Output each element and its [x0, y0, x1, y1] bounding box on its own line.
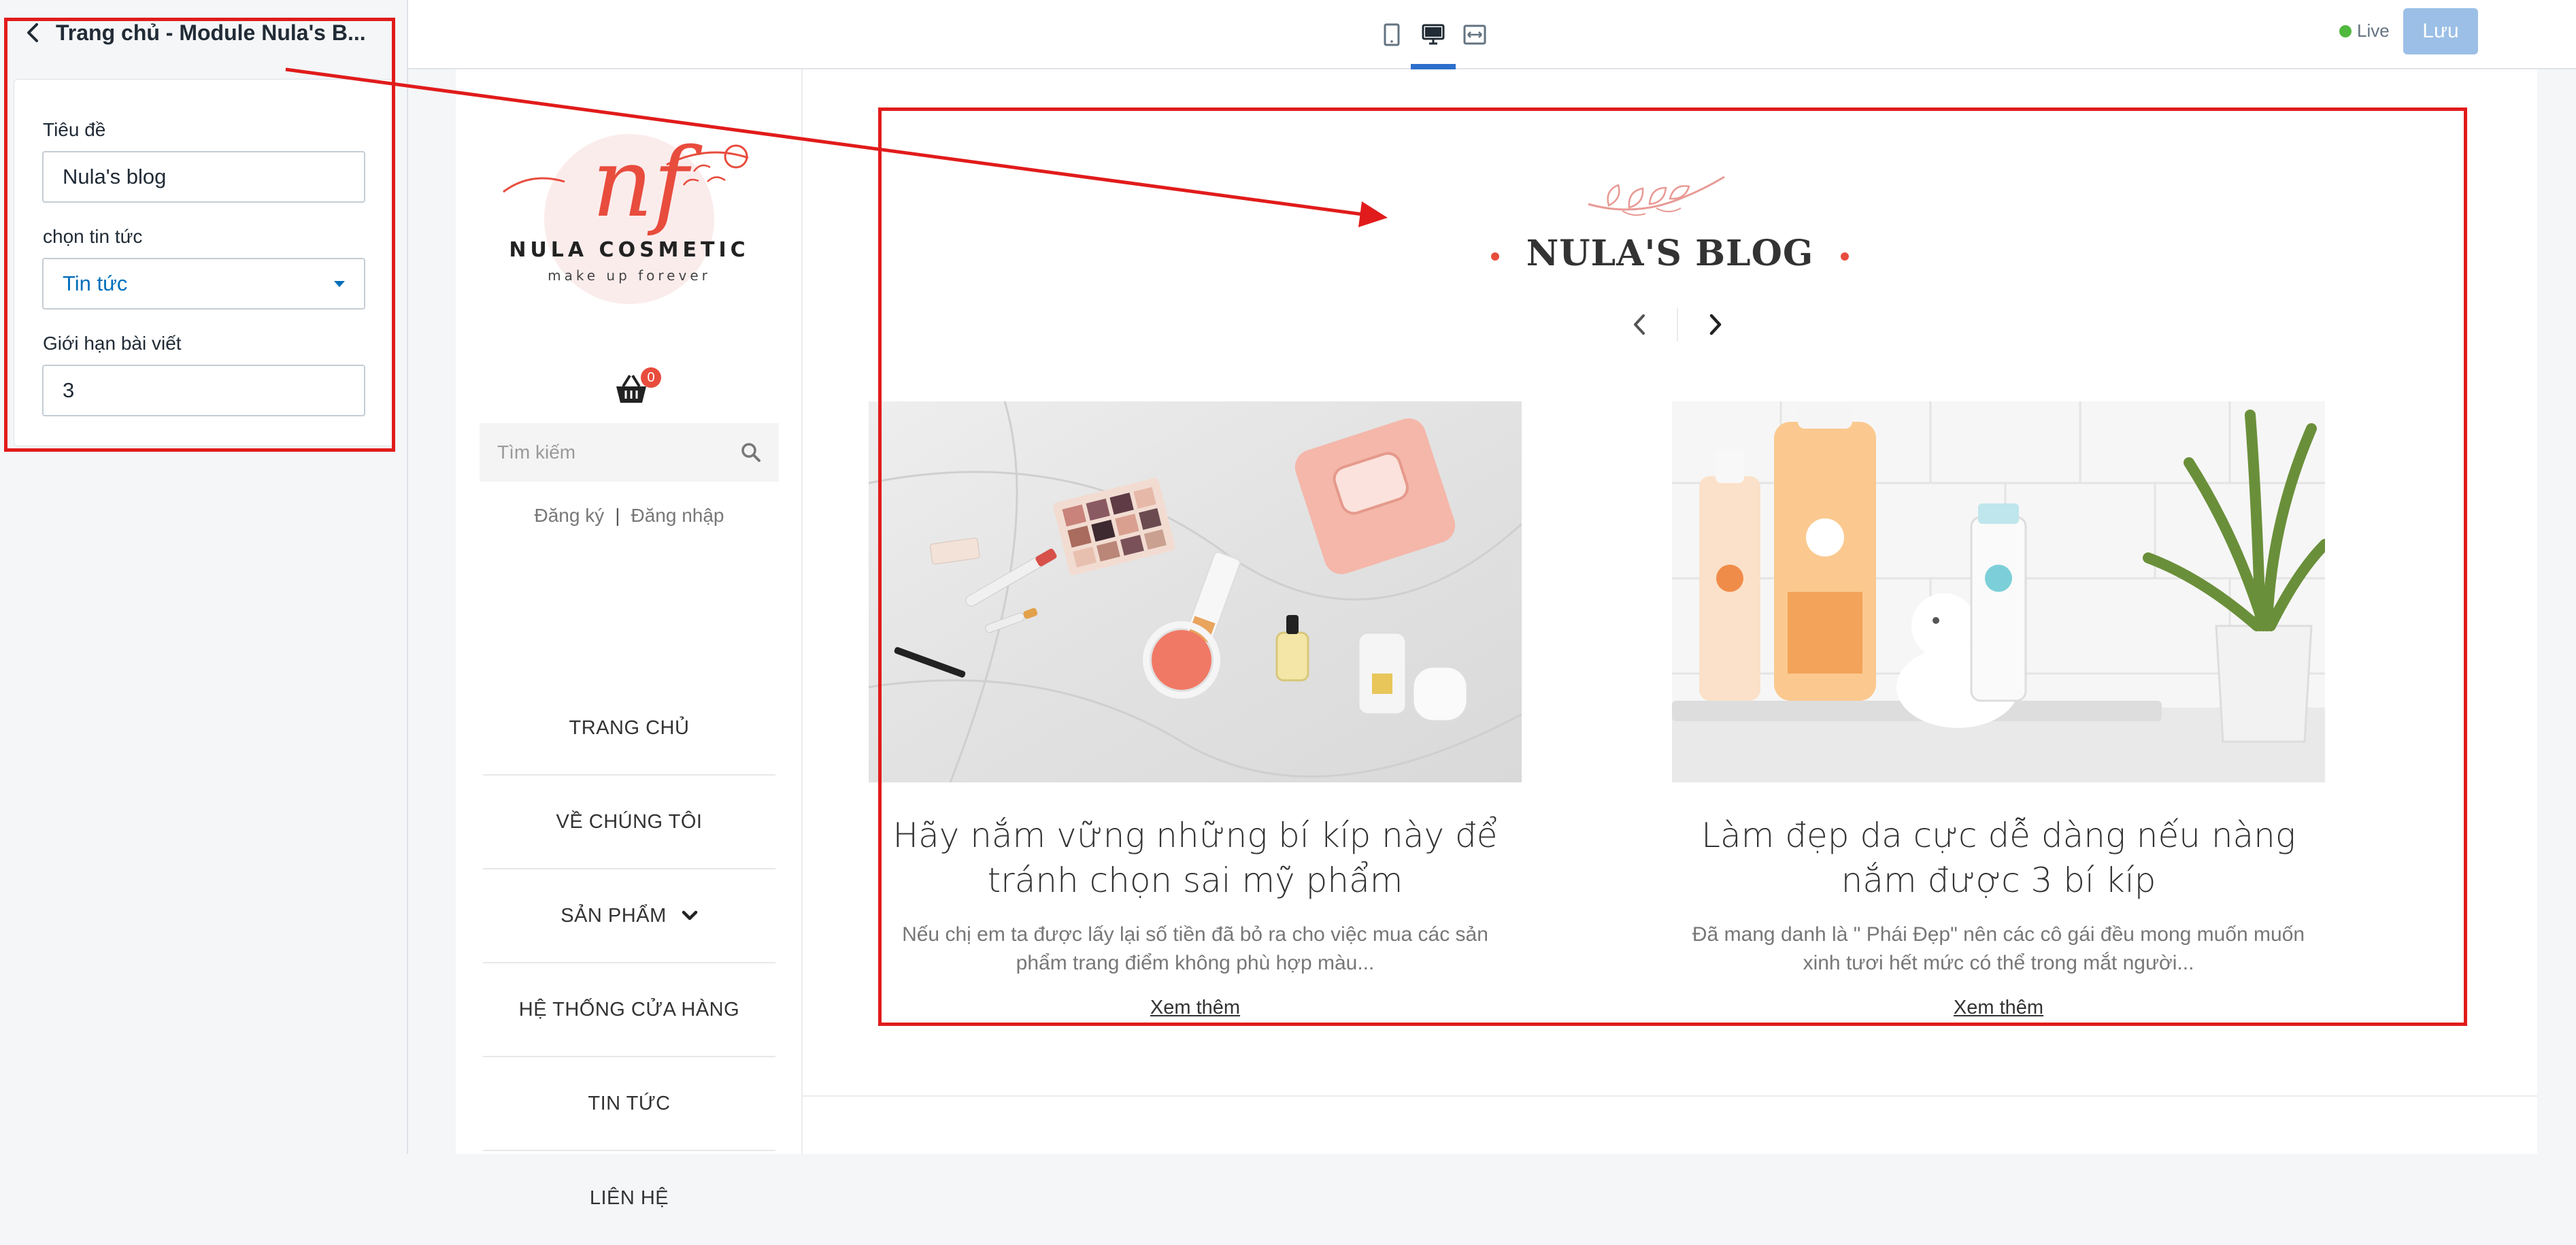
back-button[interactable] [18, 18, 48, 48]
nav-item-label: SẢN PHẨM [561, 904, 667, 927]
nav-item-label: TIN TỨC [588, 1092, 671, 1114]
site-preview: nf NULA COSMETIC make up forever 0 Tìm k… [456, 69, 2537, 1209]
logo-tagline: make up forever [548, 267, 711, 284]
logo-monogram: nf [592, 128, 703, 239]
panel-title: Trang chủ - Module Nula's B... [56, 20, 366, 45]
nav-item-contact[interactable]: LIÊN HỆ [483, 1151, 775, 1245]
fullwidth-view-button[interactable] [1456, 16, 1493, 53]
search-icon[interactable] [741, 442, 761, 463]
read-more-link[interactable]: Xem thêm [1672, 997, 2325, 1019]
limit-field-label: Giới hạn bài viết [43, 333, 182, 354]
carousel-next-button[interactable] [1695, 304, 1736, 345]
nav-item-label: VỀ CHÚNG TÔI [556, 810, 703, 833]
title-input[interactable]: Nula's blog [42, 151, 365, 203]
logo-brand-text: NULA COSMETIC [509, 238, 749, 262]
nav-item-products[interactable]: SẢN PHẨM [483, 869, 775, 963]
blog-post-card: Làm đẹp da cực dễ dàng nếu nàng nắm được… [1672, 401, 2330, 1019]
active-view-indicator [1411, 64, 1456, 69]
save-button[interactable]: Lưu [2403, 8, 2478, 54]
login-link[interactable]: Đăng nhập [631, 505, 724, 526]
blog-title: NULA'S BLOG [803, 233, 2537, 274]
preview-canvas: nf NULA COSMETIC make up forever 0 Tìm k… [408, 69, 2576, 1209]
chevron-left-icon [27, 23, 38, 42]
mobile-view-button[interactable] [1373, 16, 1410, 53]
fullwidth-icon [1463, 24, 1486, 45]
desktop-icon [1422, 24, 1445, 45]
post-title-link[interactable]: Làm đẹp da cực dễ dàng nếu nàng nắm được… [1672, 813, 2325, 903]
register-link[interactable]: Đăng ký [534, 505, 604, 526]
news-field-label: chọn tin tức [43, 226, 143, 247]
news-select[interactable]: Tin tức [42, 258, 365, 310]
post-image-skincare-bottles[interactable] [1672, 401, 2330, 782]
blog-title-text: NULA'S BLOG [1526, 233, 1814, 274]
editor-topbar: Live Lưu [408, 0, 2576, 69]
post-limit-input[interactable]: 3 [42, 365, 365, 416]
live-status-label: Live [2357, 20, 2390, 41]
blog-post-card: Hãy nắm vững những bí kíp này để tránh c… [868, 401, 1523, 1019]
site-nav: TRANG CHỦ VỀ CHÚNG TÔI SẢN PHẨM HỆ THỐNG… [483, 682, 775, 1245]
post-excerpt: Đã mang danh là " Phái Đẹp" nên các cô g… [1692, 923, 2305, 974]
chevron-left-icon [1634, 314, 1645, 335]
post-title-link[interactable]: Hãy nắm vững những bí kíp này để tránh c… [869, 813, 1522, 903]
site-sidebar: nf NULA COSMETIC make up forever 0 Tìm k… [456, 69, 803, 1209]
nav-item-label: LIÊN HỆ [589, 1186, 669, 1209]
mobile-icon [1384, 23, 1400, 46]
title-field-label: Tiêu đề [43, 119, 106, 140]
carousel-prev-button[interactable] [1619, 304, 1660, 345]
editor-panel: Trang chủ - Module Nula's B... Tiêu đề c… [0, 0, 408, 1154]
news-select-value: Tin tức [63, 271, 128, 295]
nav-item-label: TRANG CHỦ [569, 716, 690, 739]
nav-item-home[interactable]: TRANG CHỦ [483, 682, 775, 776]
cart-count-badge: 0 [641, 367, 661, 388]
post-image-cosmetics-flatlay[interactable] [868, 401, 1523, 783]
nav-item-stores[interactable]: HỆ THỐNG CỬA HÀNG [483, 963, 775, 1057]
carousel-divider [1677, 308, 1678, 342]
search-placeholder: Tìm kiếm [497, 442, 576, 463]
floral-ornament-icon [1588, 176, 1725, 216]
title-dot-left [1490, 252, 1499, 261]
panel-header: Trang chủ - Module Nula's B... [0, 0, 408, 65]
section-divider [803, 1095, 2537, 1097]
chevron-right-icon [1709, 314, 1722, 335]
site-search-input[interactable]: Tìm kiếm [480, 423, 779, 482]
nav-item-about[interactable]: VỀ CHÚNG TÔI [483, 776, 775, 869]
nula-cosmetic-logo[interactable]: nf NULA COSMETIC make up forever [490, 117, 769, 321]
title-dot-right [1841, 252, 1850, 261]
nav-item-label: HỆ THỐNG CỬA HÀNG [518, 998, 740, 1020]
live-status-dot [2339, 25, 2352, 37]
nav-item-news[interactable]: TIN TỨC [483, 1057, 775, 1151]
post-excerpt: Nếu chị em ta được lấy lại số tiền đã bỏ… [902, 923, 1488, 974]
chevron-down-icon[interactable] [682, 910, 698, 921]
caret-down-icon [334, 280, 345, 287]
read-more-link[interactable]: Xem thêm [869, 997, 1522, 1019]
site-main: NULA'S BLOG Hãy nắm vững những bí kíp nà… [803, 69, 2537, 1154]
desktop-view-button[interactable] [1415, 16, 1452, 53]
auth-links: Đăng ký | Đăng nhập [456, 505, 803, 527]
auth-separator: | [615, 505, 620, 526]
